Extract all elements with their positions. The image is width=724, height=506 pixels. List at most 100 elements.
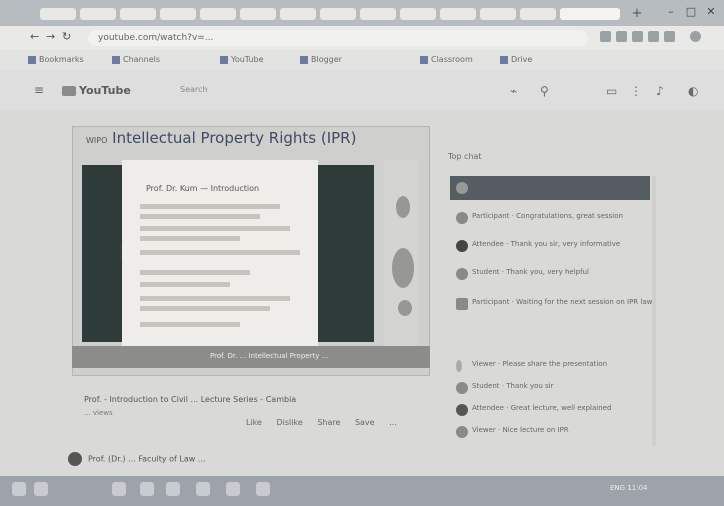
taskbar-app-icon[interactable] <box>256 482 270 496</box>
more-button[interactable]: ... <box>389 418 397 427</box>
video-slide-title: WIPO Intellectual Property Rights (IPR) <box>86 129 357 147</box>
bookmark-icon <box>300 55 308 64</box>
slide-text-line <box>140 322 240 327</box>
chat-avatar <box>456 268 468 280</box>
hamburger-menu-icon[interactable]: ≡ <box>34 83 44 97</box>
browser-tab[interactable] <box>360 8 396 20</box>
bookmark-item[interactable]: Drive <box>500 55 532 65</box>
like-button[interactable]: Like <box>246 418 262 427</box>
chat-avatar <box>456 404 468 416</box>
account-icon[interactable]: ◐ <box>688 84 698 98</box>
chat-avatar <box>456 360 462 372</box>
slide-text-line <box>140 296 290 301</box>
save-button[interactable]: Save <box>355 418 375 427</box>
bell-icon[interactable]: ♪ <box>656 84 664 98</box>
address-input[interactable]: youtube.com/watch?v=... <box>88 30 588 46</box>
slide-text-line <box>140 204 280 209</box>
video-title-text: Prof. - Introduction to Civil ... Lectur… <box>84 395 297 404</box>
browser-tab[interactable] <box>520 8 556 20</box>
chat-scrollbar[interactable] <box>652 176 656 446</box>
chat-message: Participant · Congratulations, great ses… <box>472 212 623 220</box>
extension-icon[interactable] <box>600 31 611 42</box>
slide-text-line <box>140 236 240 241</box>
taskbar-app-icon[interactable] <box>112 482 126 496</box>
chat-message: Attendee · Thank you sir, very informati… <box>472 240 621 248</box>
chat-message: Attendee · Great lecture, well explained <box>472 404 612 412</box>
chat-message: Viewer · Please share the presentation <box>472 360 608 368</box>
browser-tab[interactable] <box>200 8 236 20</box>
extension-icon[interactable] <box>664 31 675 42</box>
chat-header[interactable]: Top chat <box>448 152 482 161</box>
dislike-button[interactable]: Dislike <box>277 418 303 427</box>
video-actions: Like Dislike Share Save ... <box>246 418 409 427</box>
back-icon[interactable]: ← <box>30 30 39 43</box>
bookmark-item[interactable]: Blogger <box>300 55 342 65</box>
chat-avatar <box>456 212 468 224</box>
browser-tab-active[interactable] <box>560 8 620 20</box>
taskbar-app-icon[interactable] <box>196 482 210 496</box>
share-button[interactable]: Share <box>317 418 340 427</box>
reload-icon[interactable]: ↻ <box>62 30 71 43</box>
taskbar-app-icon[interactable] <box>140 482 154 496</box>
chat-message: Viewer · Nice lecture on IPR <box>472 426 569 434</box>
forward-icon[interactable]: → <box>46 30 55 43</box>
chat-banner-avatar <box>456 182 468 194</box>
slide-text-line <box>140 214 260 219</box>
speaker-panel-right <box>318 165 374 342</box>
taskbar-app-icon[interactable] <box>166 482 180 496</box>
maximize-button[interactable]: □ <box>682 5 700 21</box>
browser-tab[interactable] <box>40 8 76 20</box>
video-caption-text: Prof. Dr. ... Intellectual Property ... <box>210 352 329 360</box>
mic-icon[interactable]: ⌁ <box>510 84 517 98</box>
chat-message: Student · Thank you sir <box>472 382 554 390</box>
search-input[interactable]: Search <box>180 82 420 98</box>
browser-tab[interactable] <box>480 8 516 20</box>
search-icon[interactable]: ⚲ <box>540 84 549 98</box>
slide-text-line <box>140 306 270 311</box>
bookmark-icon <box>220 55 228 64</box>
bookmark-item[interactable]: Bookmarks <box>28 55 84 65</box>
channel-avatar <box>68 452 82 466</box>
chat-message: Participant · Waiting for the next sessi… <box>472 298 653 306</box>
bookmark-icon <box>420 55 428 64</box>
bookmark-item[interactable]: Classroom <box>420 55 473 65</box>
slide-text-line <box>140 250 300 255</box>
browser-tab[interactable] <box>120 8 156 20</box>
profile-avatar[interactable] <box>690 31 701 42</box>
extension-icon[interactable] <box>616 31 627 42</box>
browser-tab[interactable] <box>240 8 276 20</box>
video-views: ... views <box>84 409 113 417</box>
close-window-button[interactable]: ✕ <box>702 5 720 21</box>
bookmark-item[interactable]: Channels <box>112 55 160 65</box>
browser-tab[interactable] <box>400 8 436 20</box>
start-icon[interactable] <box>12 482 26 496</box>
bookmark-item[interactable]: YouTube <box>220 55 264 65</box>
slide-heading: Prof. Dr. Kum — Introduction <box>146 184 260 193</box>
play-logo-icon <box>62 86 76 96</box>
browser-tab[interactable] <box>80 8 116 20</box>
system-tray: ENG 11:04 <box>610 484 648 492</box>
browser-tab[interactable] <box>320 8 356 20</box>
bookmark-icon <box>112 55 120 64</box>
slide-text-line <box>140 282 230 287</box>
new-tab-button[interactable]: + <box>628 6 646 22</box>
site-logo[interactable]: YouTube <box>62 84 131 97</box>
browser-tab[interactable] <box>280 8 316 20</box>
chat-avatar <box>456 426 468 438</box>
thumbnail-figure <box>396 196 410 218</box>
search-taskbar-icon[interactable] <box>34 482 48 496</box>
chat-message: Student · Thank you, very helpful <box>472 268 589 276</box>
bookmark-icon <box>500 55 508 64</box>
extension-icon[interactable] <box>632 31 643 42</box>
minimize-button[interactable]: – <box>662 5 680 21</box>
slide-text-line <box>140 226 290 231</box>
extension-icon[interactable] <box>648 31 659 42</box>
browser-tab[interactable] <box>160 8 196 20</box>
thumbnail-figure <box>392 248 414 288</box>
apps-icon[interactable]: ⋮ <box>630 84 642 98</box>
channel-row[interactable]: Prof. (Dr.) ... Faculty of Law ... <box>68 452 205 466</box>
chat-avatar <box>456 382 468 394</box>
taskbar-app-icon[interactable] <box>226 482 240 496</box>
create-icon[interactable]: ▭ <box>606 84 617 98</box>
browser-tab[interactable] <box>440 8 476 20</box>
